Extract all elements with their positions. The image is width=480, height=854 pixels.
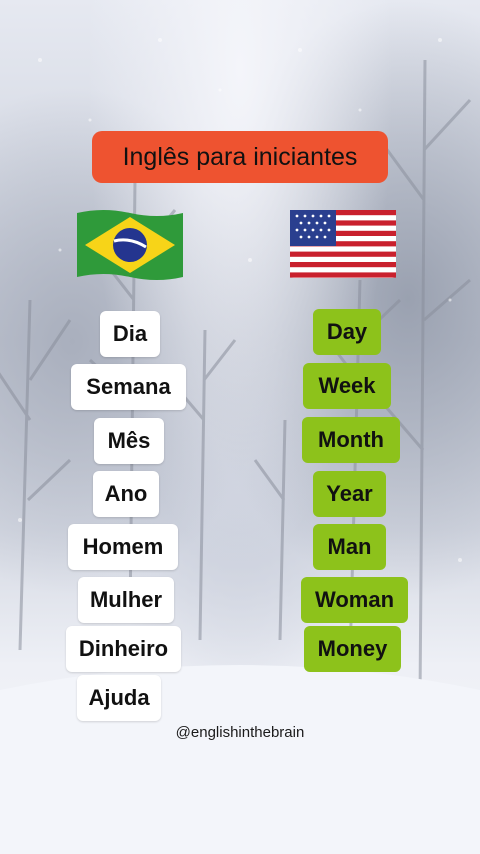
- word-english: Month: [302, 417, 400, 463]
- word-portuguese: Semana: [71, 364, 186, 410]
- word-portuguese: Ajuda: [77, 675, 161, 721]
- page-title: Inglês para iniciantes: [92, 131, 388, 183]
- author-handle: @englishinthebrain: [175, 724, 305, 741]
- word-english: Man: [313, 524, 386, 570]
- word-portuguese: Homem: [68, 524, 178, 570]
- word-portuguese: Mulher: [78, 577, 174, 623]
- brazil-flag-icon: [75, 207, 185, 288]
- word-portuguese: Dia: [100, 311, 160, 357]
- word-english: Woman: [301, 577, 408, 623]
- word-portuguese: Mês: [94, 418, 164, 464]
- word-english: Day: [313, 309, 381, 355]
- word-portuguese: Ano: [93, 471, 159, 517]
- usa-flag-icon: [289, 207, 397, 286]
- word-english: Week: [303, 363, 391, 409]
- word-english: Money: [304, 626, 401, 672]
- word-portuguese: Dinheiro: [66, 626, 181, 672]
- word-english: Year: [313, 471, 386, 517]
